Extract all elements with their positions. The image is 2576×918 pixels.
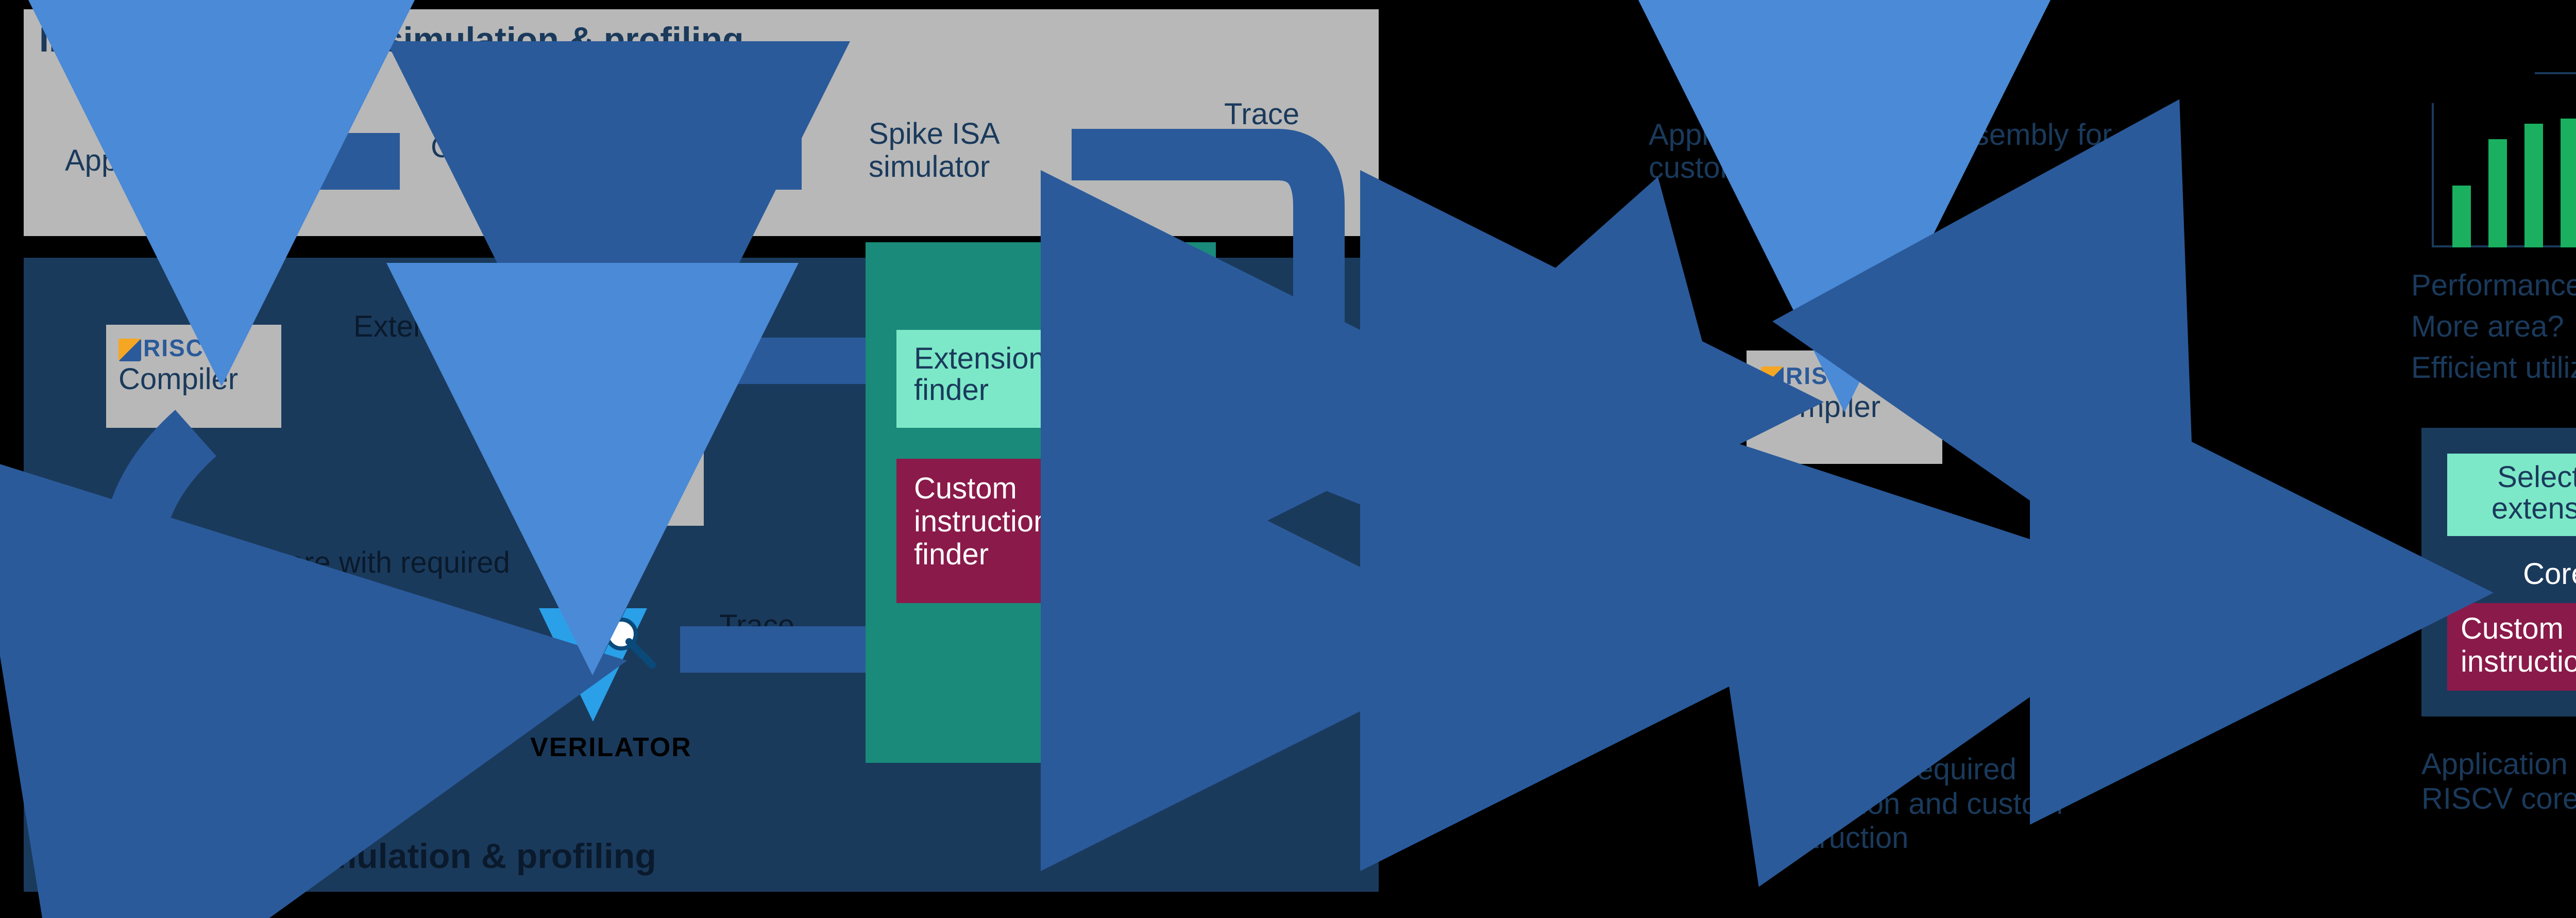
perf-gain-q: Performance gain?	[2411, 268, 2576, 303]
exe-block-top	[663, 133, 802, 190]
ext-sugg-label-mid: Extension suggestion	[1432, 371, 1597, 437]
riscv-compiler-top: RISC-V Compiler	[431, 102, 550, 164]
spike-label: Spike ISA simulator	[869, 118, 1049, 183]
trace-label-top: Trace	[1224, 97, 1299, 131]
core-req-label-left: Core with required extension	[266, 546, 539, 612]
more-area-q: More area?	[2411, 309, 2564, 344]
custom-instruction-label: Custom instruction	[2461, 612, 2576, 678]
verilator-icon-right	[2112, 526, 2246, 660]
cust-inst-label-mid: Custom instruction	[1432, 603, 1607, 669]
core-label: Core	[2421, 557, 2576, 591]
riscv-logo-icon: RISC-V	[1761, 362, 1872, 390]
exe-label-top: .exe	[693, 81, 750, 116]
riscv-text-r: RISC-	[143, 335, 213, 361]
verilator-icon: VERILATOR	[529, 598, 693, 763]
riscv-logo-icon: RISC-V	[118, 334, 230, 362]
compiler-label-left: Compiler	[118, 362, 269, 396]
riscv-text-r: RISC-	[1786, 362, 1855, 389]
verilator-label: VERILATOR	[529, 732, 693, 763]
custom-instruction-finder-box: Custom instruction finder	[896, 459, 1139, 603]
core-generator-right: Core generator	[1747, 577, 1942, 680]
riscv-text-v: V	[525, 103, 542, 129]
selected-extension-label: Selected extension	[2447, 462, 2576, 525]
cycle-accurate-title: Cycle accurate simulation & profiling	[39, 836, 656, 876]
application-label: Application	[65, 143, 211, 178]
core-req-label-right: Core with required extension and custom …	[1772, 753, 2143, 856]
custom-instruction-finder-label: Custom instruction finder	[914, 472, 1121, 571]
instruction-accurate-title: Instruction accurate simulation & profil…	[39, 20, 744, 60]
compiler-label-top: Compiler	[431, 130, 550, 164]
app-asm-label: Application with inline assembly for cus…	[1649, 119, 2112, 185]
trace-label-bottom: Trace	[719, 608, 794, 643]
exe-label-right: .exe	[2040, 335, 2097, 370]
riscv-compiler-right: RISC-V Compiler	[1747, 350, 1942, 464]
riscv-text-r: RISC-	[455, 103, 525, 129]
compiler-label-right: Compiler	[1761, 390, 1928, 424]
core-gen-label-right: Core generator	[1747, 592, 1942, 658]
riscv-text-v: V	[213, 335, 230, 361]
app-specific-core-label: Application specific RISCV core	[2421, 747, 2576, 816]
result-core-box: Selected extension Core Custom instructi…	[2421, 428, 2576, 716]
extension-finder-label: Extension finder	[914, 343, 1121, 406]
pariscv-label: PARISCV	[1050, 708, 1190, 744]
eff-util-q: Efficient utilization?	[2411, 350, 2576, 385]
riscv-logo-icon: RISC-V	[431, 102, 542, 130]
pariscv-panel: Extension finder Custom instruction find…	[866, 242, 1216, 763]
core-generator-left: Core generator	[523, 423, 704, 526]
core-gen-label-left: Core generator	[523, 437, 704, 503]
instruction-accurate-panel: Instruction accurate simulation & profil…	[24, 9, 1379, 236]
ext-sugg-label-inner: Extension suggestion	[353, 309, 637, 344]
riscv-text-v: V	[1855, 362, 1872, 389]
mini-chart-icon	[2432, 103, 2576, 247]
exe-label-left: .exe	[132, 562, 189, 596]
custom-instruction-box: Custom instruction	[2447, 603, 2576, 691]
selected-extension-box: Selected extension	[2447, 454, 2576, 536]
riscv-compiler-left: RISC-V Compiler	[106, 325, 281, 428]
application-block	[261, 133, 400, 190]
extension-finder-box: Extension finder	[896, 330, 1139, 428]
